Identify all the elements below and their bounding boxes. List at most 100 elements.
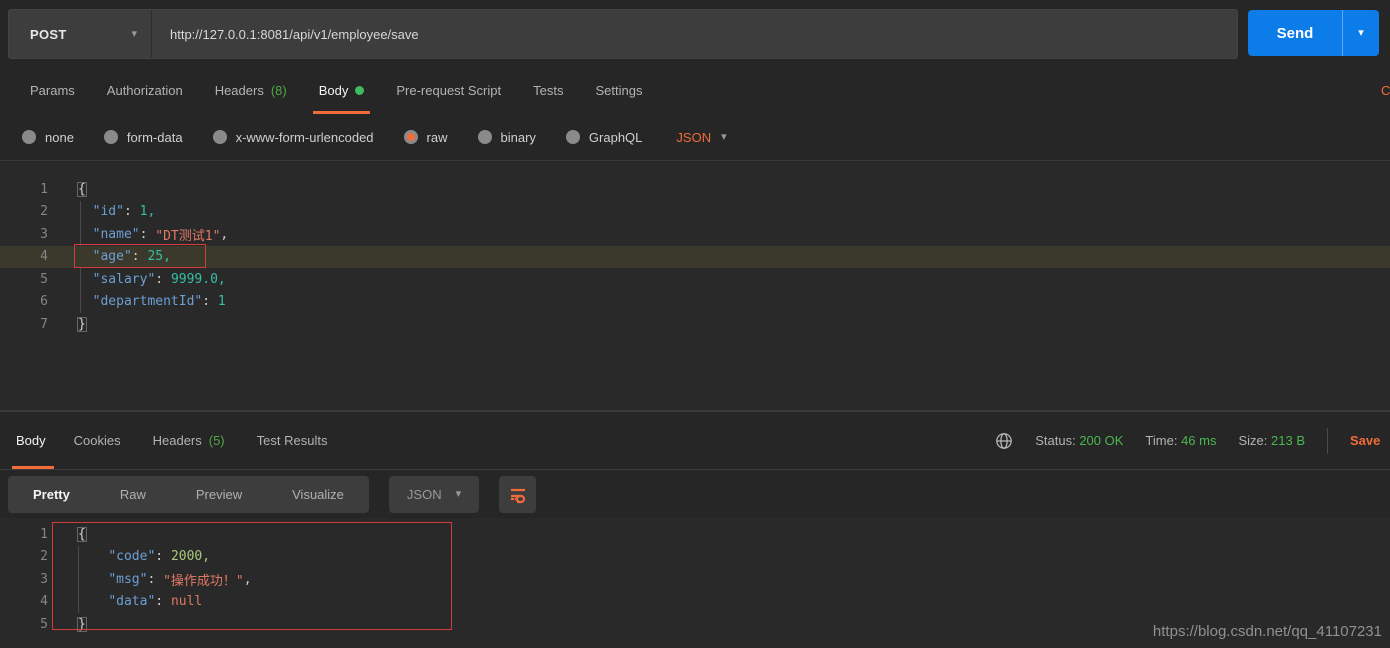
code-line[interactable]: 4 "data": null xyxy=(0,591,1390,614)
tab-tests[interactable]: Tests xyxy=(517,66,579,114)
code-line[interactable]: 4 "age": 25, xyxy=(0,246,1390,269)
token-plain xyxy=(77,294,93,309)
request-url-bar: POST ▾ http://127.0.0.1:8081/api/v1/empl… xyxy=(0,0,1390,66)
view-pretty[interactable]: Pretty xyxy=(8,476,95,513)
code-text: { xyxy=(77,182,87,197)
tab-headers[interactable]: Headers (8) xyxy=(199,66,303,114)
cookies-link-clipped[interactable]: C xyxy=(1381,66,1390,114)
send-button[interactable]: Send xyxy=(1248,10,1343,56)
code-line[interactable]: 1{ xyxy=(0,523,1390,546)
line-number: 2 xyxy=(0,204,48,219)
token-punc: : xyxy=(132,249,148,264)
token-key: "msg" xyxy=(108,572,147,587)
token-brk: { xyxy=(77,182,87,197)
tab-authorization[interactable]: Authorization xyxy=(91,66,199,114)
text-wrap-icon xyxy=(508,484,528,504)
code-line[interactable]: 2 "id": 1, xyxy=(0,201,1390,224)
token-punc: : xyxy=(124,204,140,219)
view-raw[interactable]: Raw xyxy=(95,476,171,513)
code-line[interactable]: 5 "salary": 9999.0, xyxy=(0,268,1390,291)
response-view-switcher: Pretty Raw Preview Visualize xyxy=(8,476,369,513)
chevron-down-icon: ▾ xyxy=(456,489,462,500)
radio-graphql[interactable]: GraphQL xyxy=(566,130,642,145)
code-text: "msg": "操作成功！", xyxy=(77,570,252,589)
url-input[interactable]: http://127.0.0.1:8081/api/v1/employee/sa… xyxy=(152,10,1237,58)
tab-params[interactable]: Params xyxy=(14,66,91,114)
token-punc: : xyxy=(147,572,163,587)
response-toolbar: Pretty Raw Preview Visualize JSON ▾ xyxy=(0,470,1390,518)
token-plain xyxy=(77,549,108,564)
token-num: 9999.0, xyxy=(171,272,226,287)
response-tab-test-results[interactable]: Test Results xyxy=(241,412,344,469)
code-line[interactable]: 1{ xyxy=(0,178,1390,201)
token-key: "salary" xyxy=(93,272,156,287)
code-line[interactable]: 7} xyxy=(0,313,1390,336)
response-tab-headers[interactable]: Headers (5) xyxy=(137,412,241,469)
line-number: 1 xyxy=(0,182,48,197)
radio-binary[interactable]: binary xyxy=(478,130,536,145)
code-text: "name": "DT测试1", xyxy=(77,225,228,244)
method-label: POST xyxy=(30,27,67,42)
token-numo: 2000, xyxy=(171,549,210,564)
response-format-select[interactable]: JSON ▾ xyxy=(389,476,479,513)
token-plain xyxy=(77,249,93,264)
code-line[interactable]: 3 "msg": "操作成功！", xyxy=(0,568,1390,591)
radio-form-data[interactable]: form-data xyxy=(104,130,183,145)
csdn-watermark: https://blog.csdn.net/qq_41107231 xyxy=(1153,623,1382,640)
tab-pre-request-script[interactable]: Pre-request Script xyxy=(380,66,517,114)
chevron-down-icon: ▾ xyxy=(721,132,727,143)
body-type-row: none form-data x-www-form-urlencoded raw… xyxy=(0,114,1390,161)
globe-icon[interactable] xyxy=(995,432,1013,450)
tab-settings[interactable]: Settings xyxy=(579,66,658,114)
body-filled-dot-icon xyxy=(355,86,364,95)
send-options-button[interactable]: ▾ xyxy=(1343,10,1379,56)
tab-body[interactable]: Body xyxy=(303,66,381,114)
request-body-editor[interactable]: 1{2 "id": 1,3 "name": "DT测试1",4 "age": 2… xyxy=(0,162,1390,411)
wrap-lines-button[interactable] xyxy=(499,476,536,513)
token-key: "name" xyxy=(93,227,140,242)
radio-none[interactable]: none xyxy=(22,130,74,145)
radio-icon xyxy=(478,130,492,144)
code-line[interactable]: 6 "departmentId": 1 xyxy=(0,291,1390,314)
token-plain xyxy=(77,272,93,287)
status-value: 200 OK xyxy=(1079,433,1123,448)
line-number: 7 xyxy=(0,317,48,332)
time-value: 46 ms xyxy=(1181,433,1216,448)
view-visualize[interactable]: Visualize xyxy=(267,476,369,513)
response-tab-cookies[interactable]: Cookies xyxy=(58,412,137,469)
token-punc: : xyxy=(155,594,171,609)
send-button-group: Send ▾ xyxy=(1248,10,1379,56)
line-number: 2 xyxy=(0,549,48,564)
raw-format-select[interactable]: JSON ▾ xyxy=(676,130,726,145)
code-line[interactable]: 2 "code": 2000, xyxy=(0,546,1390,569)
code-text: "age": 25, xyxy=(77,249,171,264)
token-brk: } xyxy=(77,317,87,332)
chevron-down-icon: ▾ xyxy=(131,29,137,40)
url-text: http://127.0.0.1:8081/api/v1/employee/sa… xyxy=(170,27,419,42)
response-tab-body[interactable]: Body xyxy=(8,412,58,469)
token-plain xyxy=(77,594,108,609)
radio-x-www-form-urlencoded[interactable]: x-www-form-urlencoded xyxy=(213,130,374,145)
code-text: "id": 1, xyxy=(77,204,155,219)
token-key: "code" xyxy=(108,549,155,564)
radio-raw[interactable]: raw xyxy=(404,130,448,145)
save-response-button[interactable]: Save xyxy=(1350,433,1390,448)
headers-count: (8) xyxy=(271,83,287,98)
view-preview[interactable]: Preview xyxy=(171,476,267,513)
token-plain xyxy=(77,572,108,587)
token-brk: } xyxy=(77,617,87,632)
status-badge: Status: 200 OK xyxy=(1035,433,1123,448)
code-line[interactable]: 3 "name": "DT测试1", xyxy=(0,223,1390,246)
token-num: 1, xyxy=(140,204,156,219)
token-punc: , xyxy=(220,227,228,242)
token-punc: : xyxy=(202,294,218,309)
method-select[interactable]: POST ▾ xyxy=(9,10,152,58)
token-punc: : xyxy=(140,227,156,242)
size-badge: Size: 213 B xyxy=(1238,433,1305,448)
code-text: } xyxy=(77,617,87,632)
line-number: 1 xyxy=(0,527,48,542)
divider xyxy=(1327,428,1328,454)
token-str: null xyxy=(171,594,202,609)
token-key: "id" xyxy=(93,204,124,219)
token-num: 1 xyxy=(218,294,226,309)
